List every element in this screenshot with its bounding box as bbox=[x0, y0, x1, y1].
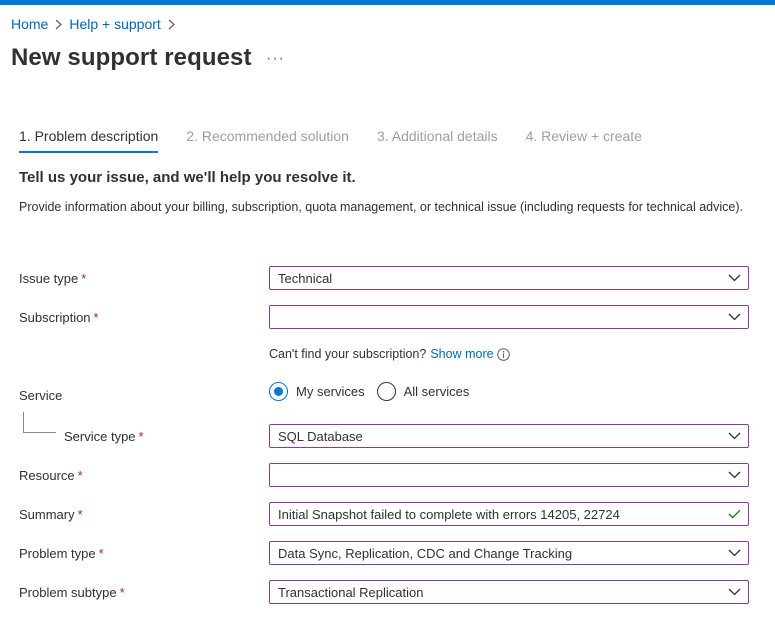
required-mark: * bbox=[119, 585, 125, 600]
summary-input[interactable]: Initial Snapshot failed to complete with… bbox=[269, 502, 749, 526]
service-label: Service bbox=[19, 388, 63, 403]
chevron-down-icon bbox=[720, 432, 748, 440]
tree-connector-line bbox=[23, 412, 56, 433]
info-icon[interactable] bbox=[496, 347, 510, 361]
chevron-right-icon bbox=[55, 19, 63, 30]
chevron-down-icon bbox=[720, 471, 748, 479]
required-mark: * bbox=[81, 271, 87, 286]
problem-subtype-label: Problem subtype * bbox=[19, 585, 125, 600]
required-mark: * bbox=[77, 468, 83, 483]
issue-type-label: Issue type * bbox=[19, 271, 87, 286]
wizard-tabs: 1. Problem description 2. Recommended so… bbox=[19, 128, 670, 154]
radio-all-services[interactable]: All services bbox=[376, 382, 469, 401]
problem-subtype-value: Transactional Replication bbox=[278, 584, 424, 600]
breadcrumb-home[interactable]: Home bbox=[11, 16, 48, 32]
breadcrumb-help-support[interactable]: Help + support bbox=[69, 16, 160, 32]
page-title: New support request bbox=[11, 44, 252, 71]
chevron-down-icon bbox=[720, 549, 748, 557]
resource-label: Resource * bbox=[19, 468, 83, 483]
required-mark: * bbox=[138, 429, 144, 444]
required-mark: * bbox=[93, 310, 99, 325]
radio-my-services[interactable]: My services bbox=[269, 382, 365, 401]
tab-problem-description[interactable]: 1. Problem description bbox=[19, 128, 159, 154]
required-mark: * bbox=[98, 546, 104, 561]
subscription-hint: Can't find your subscription? Show more bbox=[269, 347, 510, 361]
show-more-link[interactable]: Show more bbox=[430, 347, 493, 361]
service-type-value: SQL Database bbox=[278, 428, 363, 444]
problem-type-value: Data Sync, Replication, CDC and Change T… bbox=[278, 545, 573, 561]
radio-button-selected[interactable] bbox=[269, 382, 288, 401]
tab-review-create[interactable]: 4. Review + create bbox=[526, 128, 642, 154]
section-title: Tell us your issue, and we'll help you r… bbox=[19, 169, 356, 186]
tab-additional-details[interactable]: 3. Additional details bbox=[377, 128, 498, 154]
service-radio-group: My services All services bbox=[269, 382, 481, 401]
subscription-dropdown[interactable] bbox=[269, 305, 749, 329]
service-type-label: Service type * bbox=[64, 429, 144, 444]
tab-recommended-solution[interactable]: 2. Recommended solution bbox=[186, 128, 349, 154]
subscription-label: Subscription * bbox=[19, 310, 99, 325]
chevron-down-icon bbox=[720, 274, 748, 282]
breadcrumb: Home Help + support bbox=[11, 16, 182, 32]
problem-type-dropdown[interactable]: Data Sync, Replication, CDC and Change T… bbox=[269, 541, 749, 565]
chevron-down-icon bbox=[720, 588, 748, 596]
issue-type-dropdown[interactable]: Technical bbox=[269, 266, 749, 290]
summary-value: Initial Snapshot failed to complete with… bbox=[278, 506, 620, 522]
chevron-right-icon bbox=[168, 19, 175, 30]
problem-type-label: Problem type * bbox=[19, 546, 104, 561]
top-accent-bar bbox=[0, 0, 775, 5]
required-mark: * bbox=[77, 507, 83, 522]
radio-button[interactable] bbox=[376, 382, 396, 401]
summary-label: Summary * bbox=[19, 507, 83, 522]
problem-subtype-dropdown[interactable]: Transactional Replication bbox=[269, 580, 749, 604]
section-description: Provide information about your billing, … bbox=[19, 200, 743, 214]
resource-dropdown[interactable] bbox=[269, 463, 749, 487]
checkmark-icon bbox=[720, 509, 748, 519]
chevron-down-icon bbox=[720, 313, 748, 321]
issue-type-value: Technical bbox=[278, 270, 333, 286]
more-options-icon[interactable]: ··· bbox=[266, 50, 285, 68]
service-type-dropdown[interactable]: SQL Database bbox=[269, 424, 749, 448]
